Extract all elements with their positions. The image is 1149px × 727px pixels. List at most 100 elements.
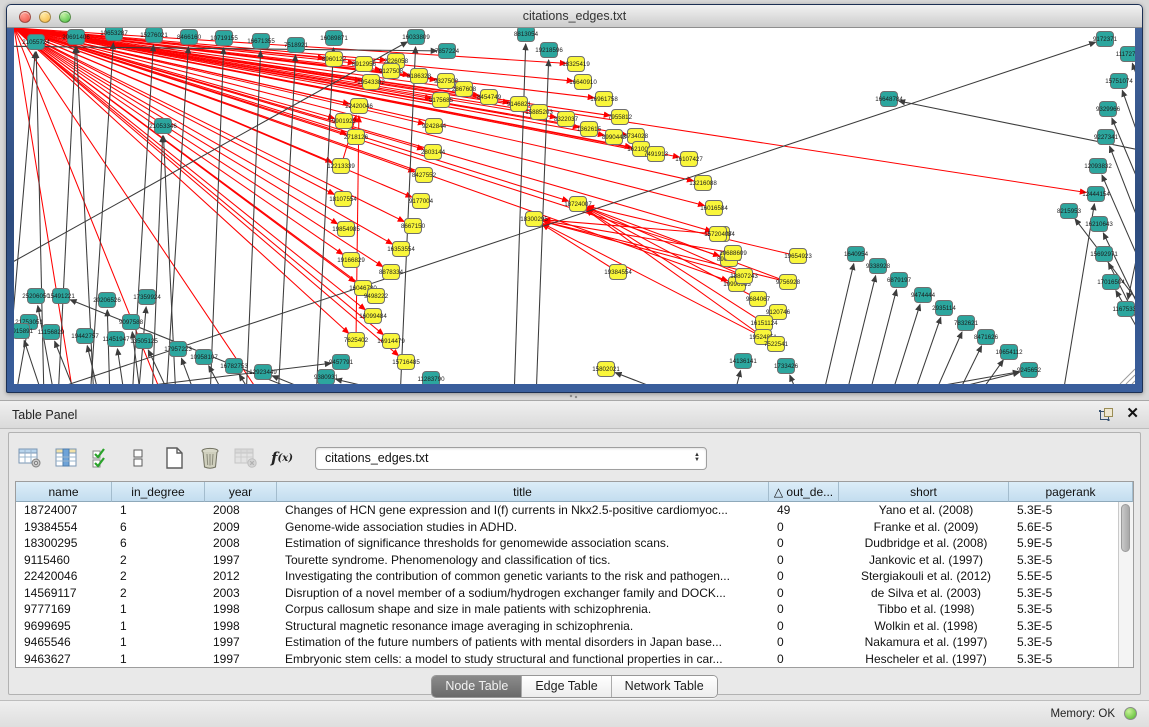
table-row[interactable]: 1872400712008Changes of HCN gene express…	[16, 502, 1118, 519]
graph-node[interactable]: 14136141	[729, 354, 757, 369]
table-select[interactable]: citations_edges.txt ▲▼	[315, 447, 707, 470]
table-row[interactable]: 1938455462009Genome-wide association stu…	[16, 519, 1118, 536]
table-row[interactable]: 946362711997Embryonic stem cells: a mode…	[16, 651, 1118, 668]
table-row[interactable]: 1830029562008Estimation of significance …	[16, 535, 1118, 552]
graph-node[interactable]: 8960122	[322, 52, 347, 67]
graph-node[interactable]: 11675331	[1112, 302, 1135, 317]
graph-node[interactable]: 9177004	[409, 194, 434, 209]
float-window-icon[interactable]	[1099, 407, 1114, 421]
delete-table-icon[interactable]	[231, 444, 261, 472]
graph-node[interactable]: 9338928	[866, 259, 891, 274]
graph-node[interactable]: 9242844	[422, 119, 447, 134]
graph-node[interactable]: 7518921	[284, 38, 309, 53]
column-header-out_de[interactable]: △ out_de...	[769, 482, 839, 502]
graph-node[interactable]: 7832621	[954, 316, 979, 331]
graph-node[interactable]: 20206526	[93, 293, 121, 308]
graph-node[interactable]: 8186328	[407, 69, 432, 84]
graph-node[interactable]: 8990448	[602, 130, 627, 145]
column-header-short[interactable]: short	[839, 482, 1009, 502]
tab-network-table[interactable]: Network Table	[611, 676, 717, 697]
graph-node[interactable]: 15491221	[47, 289, 75, 304]
graph-node[interactable]: 9474444	[911, 288, 936, 303]
graph-node[interactable]: 2803144	[421, 145, 446, 160]
table-settings-icon[interactable]	[15, 444, 45, 472]
graph-node[interactable]: 16640910	[569, 75, 597, 90]
graph-node[interactable]: 8215953	[1057, 204, 1082, 219]
select-columns-icon[interactable]	[51, 444, 81, 472]
graph-node[interactable]: 11283790	[417, 372, 445, 385]
tab-node-table[interactable]: Node Table	[432, 676, 521, 697]
graph-node[interactable]: 9172371	[1093, 32, 1118, 47]
graph-node[interactable]: 16961758	[590, 92, 618, 107]
graph-node[interactable]: 19166829	[337, 253, 365, 268]
column-header-in_degree[interactable]: in_degree	[112, 482, 205, 502]
scrollbar-thumb[interactable]	[1121, 504, 1130, 552]
panel-splitter[interactable]	[0, 393, 1149, 400]
graph-node[interactable]: 10719155	[210, 31, 238, 46]
column-header-pagerank[interactable]: pagerank	[1009, 482, 1133, 502]
window-titlebar[interactable]: citations_edges.txt	[7, 5, 1142, 28]
graph-node[interactable]: 8471626	[974, 330, 999, 345]
table-row[interactable]: 1456911722003Disruption of a novel membe…	[16, 585, 1118, 602]
graph-node[interactable]: 7491913	[644, 147, 669, 162]
graph-node[interactable]: 16914479	[377, 334, 405, 349]
graph-node[interactable]: 8427552	[412, 168, 437, 183]
graph-node[interactable]: 1733426	[774, 359, 799, 374]
graph-node[interactable]: 16089871	[320, 31, 348, 46]
tab-edge-table[interactable]: Edge Table	[521, 676, 610, 697]
vertical-scrollbar[interactable]	[1118, 502, 1133, 667]
graph-node[interactable]: 15692971	[1090, 247, 1118, 262]
graph-node[interactable]: 8466160	[177, 30, 202, 45]
graph-node[interactable]: 16671355	[247, 34, 275, 49]
graph-node[interactable]: 10654112	[995, 345, 1023, 360]
graph-node[interactable]: 16107427	[675, 152, 703, 167]
network-view[interactable]: 2105572420691406106532871527602184661601…	[14, 28, 1135, 384]
graph-node[interactable]: 15716485	[392, 355, 420, 370]
graph-node[interactable]: 19384554	[604, 265, 632, 280]
graph-node[interactable]: 8878334	[379, 265, 404, 280]
function-builder-icon[interactable]: f(x)	[267, 444, 297, 472]
graph-node[interactable]: 12093832	[1084, 159, 1112, 174]
graph-node[interactable]: 19654923	[784, 249, 812, 264]
table-row[interactable]: 946554611997Estimation of the future num…	[16, 634, 1118, 651]
resize-grip-icon[interactable]	[1120, 369, 1135, 384]
graph-node[interactable]: 16648784	[875, 92, 903, 107]
graph-node[interactable]: 13216088	[689, 176, 717, 191]
graph-node[interactable]: 18325419	[562, 57, 590, 72]
column-header-year[interactable]: year	[205, 482, 277, 502]
graph-node[interactable]: 9245652	[1017, 363, 1042, 378]
graph-node[interactable]: 9329966	[1096, 102, 1121, 117]
graph-node[interactable]: 25206050	[22, 289, 50, 304]
graph-node[interactable]: 11451947	[102, 332, 130, 347]
graph-node[interactable]: 15751074	[1105, 74, 1133, 89]
table-row[interactable]: 2242004622012Investigating the contribut…	[16, 568, 1118, 585]
graph-node[interactable]: 12923449	[249, 365, 277, 380]
graph-node[interactable]: 6879197	[887, 273, 912, 288]
checklist-icon[interactable]	[87, 444, 117, 472]
delete-icon[interactable]	[195, 444, 225, 472]
graph-node[interactable]: 10958107	[190, 350, 218, 365]
graph-node[interactable]: 16210643	[1085, 217, 1113, 232]
graph-node[interactable]: 9756928	[776, 275, 801, 290]
graph-node[interactable]: 9380931	[314, 370, 339, 385]
table-row[interactable]: 969969511998Structural magnetic resonanc…	[16, 618, 1118, 635]
rows-icon[interactable]	[123, 444, 153, 472]
column-header-title[interactable]: title	[277, 482, 769, 502]
table-row[interactable]: 977716911998Corpus callosum shape and si…	[16, 601, 1118, 618]
graph-node[interactable]: 19218596	[535, 43, 563, 58]
graph-node[interactable]: 9498222	[364, 289, 389, 304]
graph-node[interactable]: 11172712	[1116, 47, 1135, 62]
new-table-icon[interactable]	[159, 444, 189, 472]
graph-node[interactable]: 15802021	[592, 362, 620, 377]
splitter-grip-icon[interactable]	[568, 394, 580, 399]
graph-node[interactable]: 2935114	[932, 301, 956, 316]
graph-node[interactable]: 9457791	[329, 355, 354, 370]
graph-node[interactable]: 16099484	[359, 309, 387, 324]
graph-node[interactable]: 1640954	[844, 247, 869, 262]
graph-node[interactable]: 16016584	[700, 201, 728, 216]
graph-node[interactable]: 8813054	[514, 28, 539, 42]
graph-node[interactable]: 8667150	[401, 219, 426, 234]
close-panel-icon[interactable]: ✕	[1126, 405, 1139, 423]
graph-node[interactable]: 12444154	[1082, 187, 1110, 202]
graph-node[interactable]: 7625402	[344, 333, 369, 348]
